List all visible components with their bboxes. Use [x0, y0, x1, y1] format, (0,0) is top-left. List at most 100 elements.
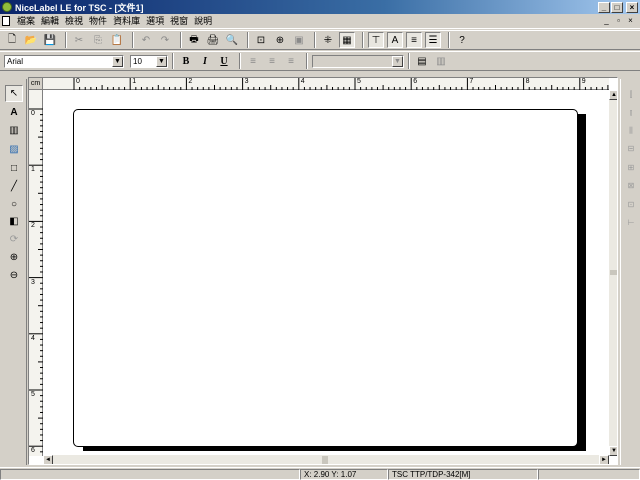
mdi-restore-button[interactable]: ▫: [613, 16, 624, 26]
menu-help[interactable]: 說明: [191, 15, 215, 28]
ruler-label: 1: [132, 78, 137, 85]
menu-database[interactable]: 資料庫: [110, 15, 143, 28]
status-printer: TSC TTP/TDP-342[M]: [388, 468, 538, 480]
ruler-label: 3: [31, 278, 35, 286]
line-tool-icon[interactable]: ╱: [5, 178, 23, 195]
scroll-left-button[interactable]: ◄: [43, 455, 53, 464]
mdi-minimize-button[interactable]: _: [601, 16, 612, 26]
zoom-tool-icon[interactable]: ▣: [291, 32, 307, 48]
scroll-down-button[interactable]: ▼: [609, 446, 617, 456]
ruler-label: 0: [76, 78, 80, 85]
vertical-scroll-thumb[interactable]: [610, 270, 617, 275]
align-center-icon[interactable]: ≡: [264, 53, 280, 69]
zoom-out-tool-icon[interactable]: ⊖: [5, 267, 23, 284]
scroll-up-button[interactable]: ▲: [609, 90, 617, 100]
spacing-icon[interactable]: ☰: [425, 32, 441, 48]
align-right-icon[interactable]: ≡: [283, 53, 299, 69]
font-name-value: Arial: [7, 56, 24, 66]
chevron-down-icon[interactable]: ▼: [112, 55, 123, 67]
grid-icon[interactable]: ▦: [339, 32, 355, 48]
horizontal-scroll-thumb[interactable]: [322, 456, 328, 464]
italic-button[interactable]: I: [197, 53, 213, 69]
menu-bar: 檔案 編輯 檢視 物件 資料庫 選項 視窗 說明 _ ▫ ×: [0, 14, 640, 29]
pointer-tool-icon[interactable]: ↖: [5, 85, 23, 102]
ruler-label: 8: [525, 78, 530, 85]
underline-button[interactable]: U: [216, 53, 232, 69]
menu-object[interactable]: 物件: [86, 15, 110, 28]
align-bottom-edges-icon[interactable]: ⊠: [625, 180, 637, 192]
toolbar-separator: [448, 32, 450, 48]
font-name-combo[interactable]: Arial ▼: [4, 54, 124, 68]
barcode-tool-icon[interactable]: ▥: [5, 122, 23, 139]
rectangle-tool-icon[interactable]: □: [5, 160, 23, 177]
chevron-down-icon[interactable]: ▼: [156, 55, 167, 67]
open-icon[interactable]: 📂: [23, 32, 39, 48]
maximize-button[interactable]: □: [611, 1, 623, 13]
menu-edit[interactable]: 編輯: [38, 15, 62, 28]
toolbar-separator: [306, 53, 308, 69]
chevron-down-icon[interactable]: ▼: [392, 55, 403, 67]
print-preview-icon[interactable]: 🔍: [224, 32, 240, 48]
save-icon[interactable]: 💾: [42, 32, 58, 48]
snap-icon[interactable]: ⁜: [320, 32, 336, 48]
copy-icon[interactable]: ⎘: [90, 32, 106, 48]
align-top-icon[interactable]: ⊤: [368, 32, 384, 48]
align-right-edges-icon[interactable]: ⫼: [625, 125, 637, 137]
toolbox: ↖ A ▥ ▨ □ ╱ ○ ◧ ⟳ ⊕ ⊖: [0, 79, 27, 465]
print-icon[interactable]: 🖶: [186, 32, 202, 48]
document-icon[interactable]: [2, 16, 10, 26]
zoom-in-tool-icon[interactable]: ⊕: [5, 249, 23, 266]
ruler-unit[interactable]: cm: [29, 78, 43, 90]
minimize-button[interactable]: _: [598, 1, 610, 13]
toolbar-separator: [132, 32, 134, 48]
app-icon: [2, 2, 12, 12]
paste-icon[interactable]: 📋: [109, 32, 125, 48]
help-icon[interactable]: ?: [454, 32, 470, 48]
label-page[interactable]: [73, 109, 578, 447]
horizontal-ruler-ticks: [73, 78, 609, 90]
design-canvas[interactable]: [43, 90, 609, 456]
zoom-page-icon[interactable]: ⊡: [253, 32, 269, 48]
vertical-scrollbar[interactable]: ▲ ▼: [609, 90, 617, 456]
new-icon[interactable]: 🗋: [4, 32, 20, 48]
distribute-vertical-icon[interactable]: ⊢: [625, 217, 637, 229]
variable-icon[interactable]: ▤: [414, 53, 430, 69]
align-left-icon[interactable]: ≡: [245, 53, 261, 69]
ellipse-tool-icon[interactable]: ○: [5, 196, 23, 213]
align-center-vertical-icon[interactable]: ⫾: [625, 107, 637, 119]
zoom-in-icon[interactable]: ⊕: [272, 32, 288, 48]
menu-options[interactable]: 選項: [143, 15, 167, 28]
cut-icon[interactable]: ✂: [71, 32, 87, 48]
ruler-label: 5: [31, 391, 35, 398]
label-workspace: cm 0 1 2 3 4 5 6 7 8 9 0 1 2 3 4 5 6 ▲ ▼ ◄ ►: [28, 77, 618, 465]
close-button[interactable]: ×: [626, 1, 638, 13]
redo-icon[interactable]: ↷: [157, 32, 173, 48]
menu-file[interactable]: 檔案: [14, 15, 38, 28]
toolbar-separator: [65, 32, 67, 48]
ruler-label: 4: [31, 334, 35, 342]
font-size-value: 10: [133, 56, 142, 66]
bold-button[interactable]: B: [178, 53, 194, 69]
mdi-close-button[interactable]: ×: [625, 16, 636, 26]
undo-icon[interactable]: ↶: [138, 32, 154, 48]
align-top-edges-icon[interactable]: ⊟: [625, 143, 637, 155]
toolbar-separator: [180, 32, 182, 48]
align-middle-icon[interactable]: ⊞: [625, 162, 637, 174]
menu-window[interactable]: 視窗: [167, 15, 191, 28]
variable-wizard-icon[interactable]: ▥: [433, 53, 449, 69]
align-left-edges-icon[interactable]: ⫿: [625, 89, 637, 101]
print-setup-icon[interactable]: 🖨: [205, 32, 221, 48]
horizontal-scrollbar[interactable]: ◄ ►: [43, 455, 609, 464]
picture-tool-icon[interactable]: ▨: [5, 141, 23, 158]
font-size-combo[interactable]: 10 ▼: [130, 54, 168, 68]
reverse-tool-icon[interactable]: ◧: [5, 213, 23, 230]
distribute-horizontal-icon[interactable]: ⊡: [625, 199, 637, 211]
rotate-tool-icon[interactable]: ⟳: [5, 231, 23, 248]
text-tool-icon[interactable]: A: [5, 104, 23, 121]
center-icon[interactable]: ≡: [406, 32, 422, 48]
menu-view[interactable]: 檢視: [62, 15, 86, 28]
text-align-icon[interactable]: A: [387, 32, 403, 48]
scroll-right-button[interactable]: ►: [599, 455, 609, 464]
variable-combo[interactable]: ▼: [312, 54, 404, 68]
ruler-label: 5: [357, 78, 361, 85]
